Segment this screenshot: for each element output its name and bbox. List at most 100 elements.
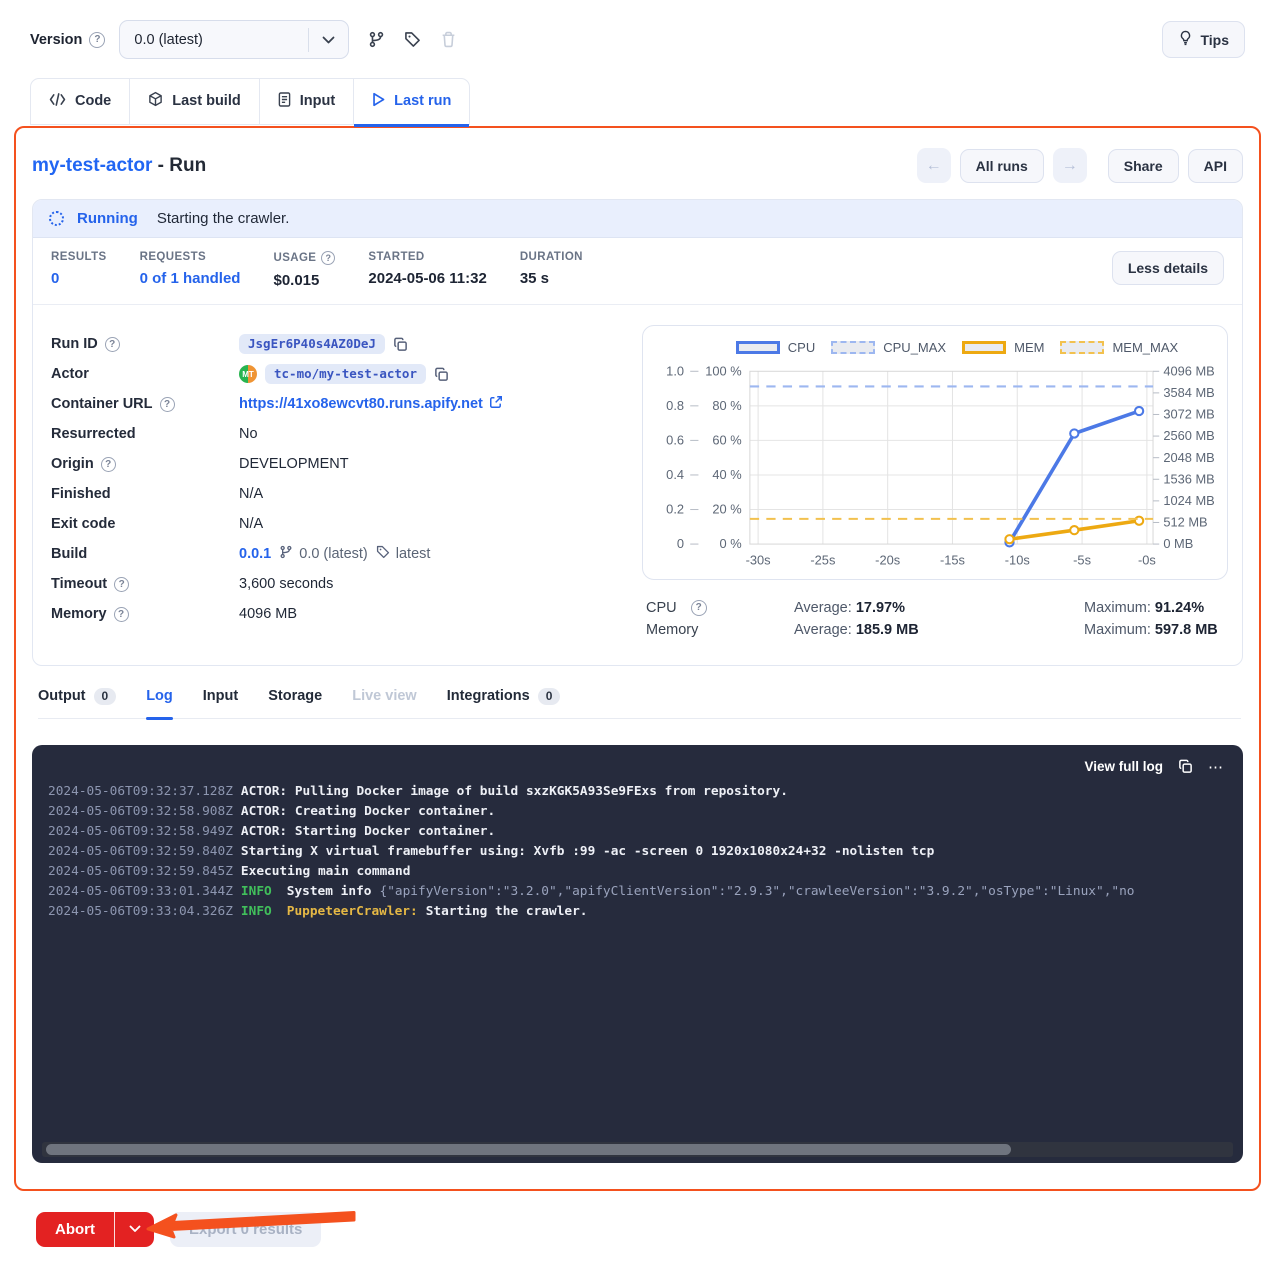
detail-value-text: DEVELOPMENT bbox=[239, 456, 349, 472]
log-line: 2024-05-06T09:32:59.845ZExecuting main c… bbox=[48, 862, 1243, 882]
build-number-link[interactable]: 0.0.1 bbox=[239, 546, 271, 562]
copy-icon[interactable] bbox=[393, 337, 408, 352]
code-icon bbox=[49, 93, 66, 110]
svg-text:2048 MB: 2048 MB bbox=[1163, 450, 1214, 465]
value-chip[interactable]: tc-mo/my-test-actor bbox=[265, 364, 426, 384]
run-details-body: Run ID?JsgEr6P40s4AZ0DeJActorMTtc-mo/my-… bbox=[33, 305, 1242, 665]
log-scrollbar-thumb[interactable] bbox=[46, 1144, 1011, 1155]
value-chip[interactable]: JsgEr6P40s4AZ0DeJ bbox=[239, 334, 385, 354]
legend-item-cpu[interactable]: CPU bbox=[736, 340, 815, 355]
help-icon[interactable]: ? bbox=[160, 397, 175, 412]
share-button[interactable]: Share bbox=[1108, 149, 1179, 183]
version-help-icon[interactable]: ? bbox=[89, 32, 105, 48]
svg-text:-30s: -30s bbox=[746, 553, 771, 568]
stat-value: $0.015 bbox=[273, 272, 335, 289]
detail-row-resurrected: ResurrectedNo bbox=[51, 419, 620, 449]
stat-label-text: USAGE bbox=[273, 252, 316, 264]
abort-button[interactable]: Abort bbox=[36, 1212, 114, 1247]
log-more-options-icon[interactable]: ⋯ bbox=[1208, 758, 1225, 776]
actor-name-link[interactable]: my-test-actor bbox=[32, 155, 152, 176]
legend-item-cpu_max[interactable]: CPU_MAX bbox=[831, 340, 946, 355]
log-timestamp: 2024-05-06T09:32:58.908Z bbox=[48, 804, 233, 819]
detail-value: 3,600 seconds bbox=[239, 576, 333, 592]
container-url-link[interactable]: https://41xo8ewcvt80.runs.apify.net bbox=[239, 395, 503, 413]
help-icon[interactable]: ? bbox=[321, 251, 335, 265]
log-line: 2024-05-06T09:33:04.326ZINFOPuppeteerCra… bbox=[48, 902, 1243, 922]
tab-last-run[interactable]: Last run bbox=[353, 78, 470, 125]
detail-label-text: Exit code bbox=[51, 516, 115, 532]
page-title: my-test-actor - Run bbox=[32, 155, 206, 177]
help-icon[interactable]: ? bbox=[114, 577, 129, 592]
branch-icon[interactable] bbox=[368, 31, 385, 48]
detail-row-memory: Memory? 4096 MB bbox=[51, 599, 620, 629]
help-icon[interactable]: ? bbox=[101, 457, 116, 472]
tab-code[interactable]: Code bbox=[30, 78, 130, 125]
less-details-button[interactable]: Less details bbox=[1112, 251, 1224, 285]
stat-results: RESULTS0 bbox=[51, 251, 107, 287]
tab-input[interactable]: Input bbox=[259, 78, 354, 125]
tab-label: Output bbox=[38, 688, 86, 704]
view-full-log-button[interactable]: View full log bbox=[1084, 759, 1163, 774]
version-select[interactable]: 0.0 (latest) bbox=[119, 20, 349, 59]
log-panel: View full log ⋯ 2024-05-06T09:32:37.128Z… bbox=[32, 745, 1243, 1163]
next-run-arrow-icon[interactable]: → bbox=[1053, 148, 1087, 183]
mem-max-key: Maximum: bbox=[1084, 622, 1151, 638]
svg-text:0.8: 0.8 bbox=[666, 398, 684, 413]
tab-label: Last run bbox=[394, 93, 451, 109]
stat-started: STARTED2024-05-06 11:32 bbox=[368, 251, 486, 287]
tips-button[interactable]: Tips bbox=[1162, 21, 1245, 58]
tab-last-build[interactable]: Last build bbox=[129, 78, 259, 125]
help-icon[interactable]: ? bbox=[105, 337, 120, 352]
tab-output[interactable]: Output0 bbox=[38, 688, 116, 718]
log-msg: Starting the crawler. bbox=[426, 904, 588, 919]
stat-value[interactable]: 0 bbox=[51, 270, 107, 287]
log-horizontal-scrollbar[interactable] bbox=[42, 1142, 1233, 1157]
tab-input[interactable]: Input bbox=[203, 688, 238, 718]
stat-duration: DURATION35 s bbox=[520, 251, 583, 287]
all-runs-button[interactable]: All runs bbox=[960, 149, 1044, 183]
cpu-help-icon[interactable]: ? bbox=[691, 600, 707, 616]
detail-label-text: Memory bbox=[51, 606, 107, 622]
prev-run-arrow-icon[interactable]: ← bbox=[917, 148, 951, 183]
detail-label: Exit code bbox=[51, 516, 239, 532]
tab-live-view: Live view bbox=[352, 688, 416, 718]
tag-icon[interactable] bbox=[404, 31, 421, 48]
copy-log-icon[interactable] bbox=[1178, 759, 1193, 774]
cpu-summary-label: CPU bbox=[646, 597, 677, 619]
tab-label: Live view bbox=[352, 688, 416, 704]
log-msg: ACTOR: Creating Docker container. bbox=[241, 804, 495, 819]
svg-text:-5s: -5s bbox=[1073, 553, 1091, 568]
tab-integrations[interactable]: Integrations0 bbox=[447, 688, 561, 718]
abort-chevron-down-icon[interactable] bbox=[114, 1212, 154, 1247]
log-level: INFO bbox=[241, 904, 272, 919]
detail-row-actor: ActorMTtc-mo/my-test-actor bbox=[51, 359, 620, 389]
usage-chart-card: CPUCPU_MAXMEMMEM_MAX -30s-25s-20s-15s-10… bbox=[642, 325, 1228, 580]
tab-storage[interactable]: Storage bbox=[268, 688, 322, 718]
stat-value[interactable]: 0 of 1 handled bbox=[140, 270, 241, 287]
detail-label-text: Finished bbox=[51, 486, 111, 502]
abort-button-group: Abort bbox=[36, 1212, 154, 1247]
detail-value-text: 4096 MB bbox=[239, 606, 297, 622]
copy-icon[interactable] bbox=[434, 367, 449, 382]
legend-item-mem[interactable]: MEM bbox=[962, 340, 1044, 355]
log-line: 2024-05-06T09:32:58.949ZACTOR: Starting … bbox=[48, 822, 1243, 842]
detail-value: JsgEr6P40s4AZ0DeJ bbox=[239, 334, 408, 354]
svg-text:0 %: 0 % bbox=[719, 536, 741, 551]
legend-item-mem_max[interactable]: MEM_MAX bbox=[1060, 340, 1178, 355]
help-icon[interactable]: ? bbox=[114, 607, 129, 622]
actor-avatar: MT bbox=[239, 365, 257, 383]
detail-value-text: N/A bbox=[239, 516, 263, 532]
svg-text:80 %: 80 % bbox=[712, 398, 741, 413]
lightbulb-icon bbox=[1178, 30, 1193, 49]
legend-swatch bbox=[831, 341, 875, 354]
legend-label: MEM_MAX bbox=[1112, 340, 1178, 355]
log-timestamp: 2024-05-06T09:33:01.344Z bbox=[48, 884, 233, 899]
run-output-tabs: Output0 Log Input Storage Live view Integrati… bbox=[38, 688, 1241, 719]
external-link-icon bbox=[489, 395, 503, 413]
tab-log[interactable]: Log bbox=[146, 688, 173, 718]
chart-summary: CPU ? Average: 17.97% Maximum: 91.24% Me… bbox=[642, 580, 1228, 641]
detail-value: DEVELOPMENT bbox=[239, 456, 349, 472]
stat-value: 2024-05-06 11:32 bbox=[368, 270, 486, 287]
api-button[interactable]: API bbox=[1188, 149, 1243, 183]
running-spinner-icon bbox=[49, 211, 64, 226]
